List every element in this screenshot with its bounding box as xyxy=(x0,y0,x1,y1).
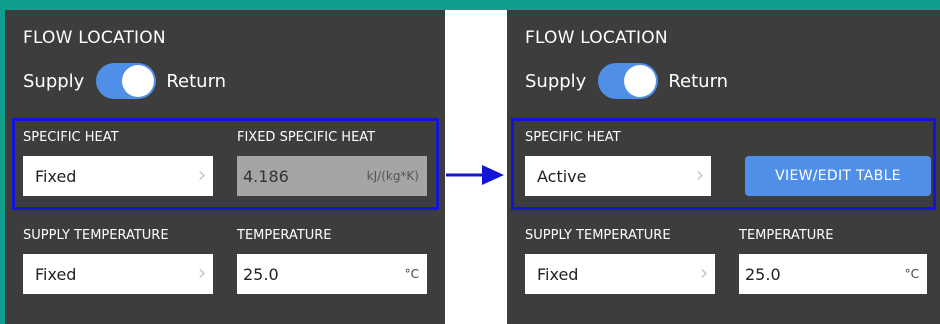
temperature-value: 25.0 xyxy=(745,264,781,284)
specific-heat-label: SPECIFIC HEAT xyxy=(525,130,621,145)
specific-heat-value: Fixed xyxy=(35,166,77,186)
supply-label: Supply xyxy=(23,70,85,92)
supply-temperature-value: Fixed xyxy=(537,264,579,284)
supply-temperature-value: Fixed xyxy=(35,264,77,284)
teal-top-border xyxy=(0,0,940,10)
flow-location-toggle-row: Supply Return xyxy=(525,63,728,99)
chevron-right-icon: › xyxy=(197,163,207,188)
return-label: Return xyxy=(668,70,729,92)
flow-location-title: FLOW LOCATION xyxy=(525,28,668,48)
switch-knob xyxy=(624,65,657,97)
flow-location-toggle-row: Supply Return xyxy=(23,63,226,99)
supply-temperature-label: SUPPLY TEMPERATURE xyxy=(525,228,671,243)
fixed-specific-heat-input[interactable]: 4.186 kJ/(kg*K) xyxy=(237,156,427,196)
left-panel: FLOW LOCATION Supply Return SPECIFIC HEA… xyxy=(5,10,445,324)
flow-location-title: FLOW LOCATION xyxy=(23,28,166,48)
chevron-right-icon: › xyxy=(197,261,207,286)
supply-temperature-select[interactable]: Fixed › xyxy=(23,254,213,294)
fixed-specific-heat-value: 4.186 xyxy=(243,166,289,186)
temperature-label: TEMPERATURE xyxy=(739,228,834,243)
chevron-right-icon: › xyxy=(695,163,705,188)
chevron-right-icon: › xyxy=(699,261,709,286)
temperature-value: 25.0 xyxy=(243,264,279,284)
switch-knob xyxy=(122,65,155,97)
specific-heat-select[interactable]: Fixed › xyxy=(23,156,213,196)
flow-location-switch[interactable] xyxy=(598,63,659,99)
temperature-input[interactable]: 25.0 °C xyxy=(739,254,927,294)
view-edit-table-button[interactable]: VIEW/EDIT TABLE xyxy=(745,156,931,196)
supply-temperature-label: SUPPLY TEMPERATURE xyxy=(23,228,169,243)
temperature-unit: °C xyxy=(904,267,919,281)
specific-heat-select[interactable]: Active › xyxy=(525,156,711,196)
specific-heat-value: Active xyxy=(537,166,587,186)
flow-location-switch[interactable] xyxy=(96,63,157,99)
specific-heat-label: SPECIFIC HEAT xyxy=(23,130,119,145)
supply-label: Supply xyxy=(525,70,587,92)
temperature-unit: °C xyxy=(404,267,419,281)
return-label: Return xyxy=(166,70,227,92)
arrow-right-icon xyxy=(446,165,504,185)
right-panel: FLOW LOCATION Supply Return SPECIFIC HEA… xyxy=(507,10,940,324)
temperature-input[interactable]: 25.0 °C xyxy=(237,254,427,294)
fixed-specific-heat-label: FIXED SPECIFIC HEAT xyxy=(237,130,376,145)
supply-temperature-select[interactable]: Fixed › xyxy=(525,254,715,294)
temperature-label: TEMPERATURE xyxy=(237,228,332,243)
specific-heat-unit: kJ/(kg*K) xyxy=(366,169,419,183)
